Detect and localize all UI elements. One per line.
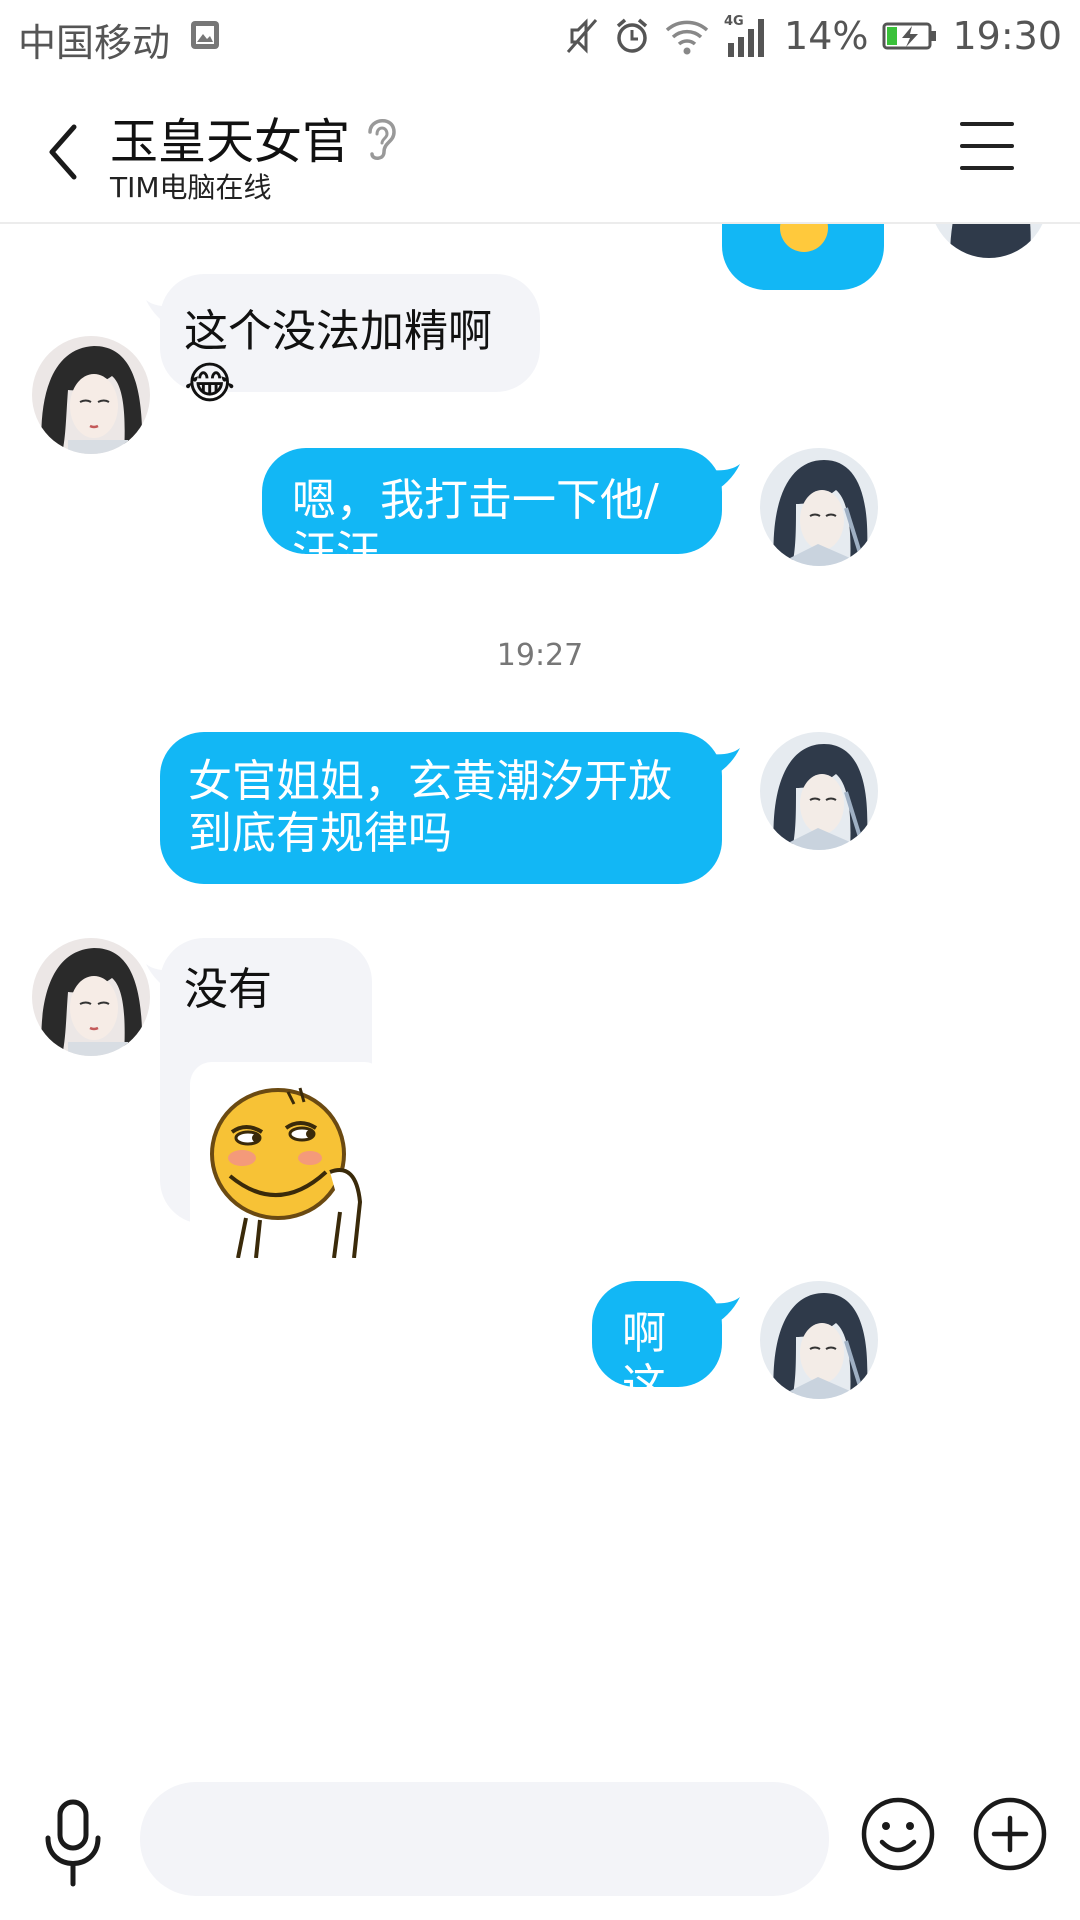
my-avatar[interactable] [760, 1281, 878, 1399]
menu-icon[interactable] [960, 120, 1014, 172]
battery-charging-icon [882, 22, 937, 50]
outgoing-bubble-partial[interactable] [722, 224, 884, 290]
message-timestamp: 19:27 [496, 638, 584, 673]
incoming-message-bubble[interactable]: 没有 [160, 938, 386, 1258]
smirk-emoji-sticker[interactable] [190, 1062, 386, 1258]
message-text: 女官姐姐，玄黄潮汐开放到底有规律吗 [188, 756, 672, 859]
bubble-tail [710, 748, 740, 778]
my-avatar[interactable] [760, 448, 878, 566]
signal-icon: 4G [724, 14, 765, 57]
my-avatar-partial[interactable] [930, 224, 1048, 258]
clock: 19:30 [952, 14, 1062, 58]
outgoing-message-bubble[interactable]: 啊这 [592, 1281, 722, 1411]
bubble-tail [710, 464, 740, 494]
message-input[interactable] [140, 1782, 829, 1896]
back-icon[interactable] [40, 117, 90, 187]
chat-title[interactable]: 玉皇天女官 [110, 102, 350, 172]
message-text: 嗯，我打击一下他/汪汪 [292, 475, 659, 578]
plus-icon[interactable] [972, 1796, 1048, 1872]
bubble-tail [710, 1297, 740, 1327]
contact-avatar[interactable] [32, 336, 150, 454]
mic-icon[interactable] [38, 1798, 108, 1888]
wifi-icon [665, 20, 709, 55]
battery-percent: 14% [784, 14, 869, 58]
contact-avatar[interactable] [32, 938, 150, 1056]
mute-icon [566, 18, 598, 54]
chat-header: 玉皇天女官 TIM电脑在线 [0, 72, 1080, 224]
outgoing-message-bubble[interactable]: 嗯，我打击一下他/汪汪 [262, 448, 722, 578]
chat-message-list[interactable]: 这个没法加精啊😂 嗯，我打击一下他/汪汪 19:27 女官姐姐，玄黄潮汐开放到底… [0, 224, 1080, 1744]
message-text: 没有 [184, 964, 272, 1015]
ear-icon[interactable] [362, 112, 402, 162]
alarm-icon [616, 18, 648, 53]
message-text: 啊这 [622, 1308, 666, 1411]
carrier-name: 中国移动 [18, 21, 171, 65]
emoji-icon[interactable] [860, 1796, 936, 1872]
my-avatar[interactable] [760, 732, 878, 850]
message-text: 这个没法加精啊😂 [184, 306, 492, 409]
message-input-bar [0, 1760, 1080, 1920]
status-bar: 中国移动 4G 14% 19:30 [0, 0, 1080, 72]
online-status: TIM电脑在线 [110, 171, 272, 204]
incoming-message-bubble[interactable]: 这个没法加精啊😂 [160, 274, 540, 409]
image-icon [191, 21, 219, 49]
outgoing-message-bubble[interactable]: 女官姐姐，玄黄潮汐开放到底有规律吗 [160, 732, 722, 884]
svg-text:4G: 4G [724, 14, 744, 29]
